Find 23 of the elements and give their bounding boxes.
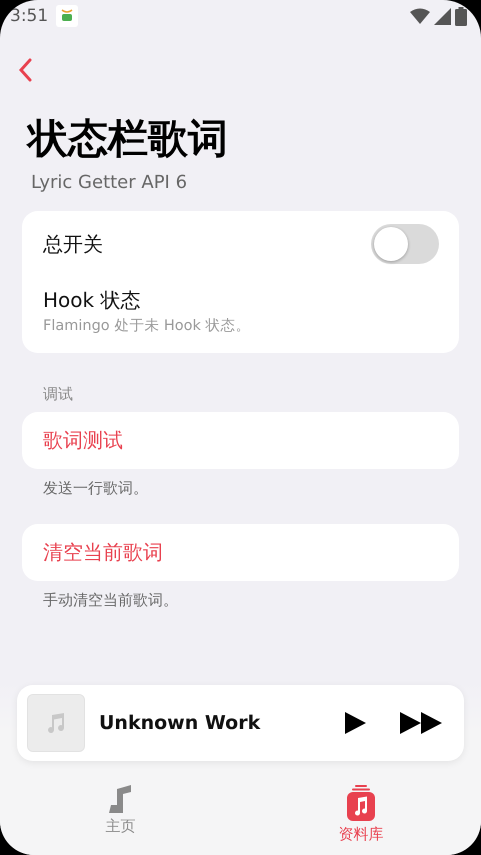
tab[interactable]: 主页 bbox=[0, 771, 240, 855]
music-library-icon bbox=[346, 785, 375, 821]
section-header: 调试 bbox=[43, 385, 74, 404]
fast-forward-icon[interactable] bbox=[400, 712, 442, 734]
wifi-icon bbox=[410, 8, 430, 24]
page-title: 状态栏歌词 bbox=[28, 115, 229, 164]
app-notification-icon bbox=[56, 5, 78, 27]
tab[interactable]: 资料库 bbox=[240, 771, 481, 855]
action-description: 手动清空当前歌词。 bbox=[43, 591, 179, 610]
toggle-switch[interactable] bbox=[371, 224, 439, 264]
page-subtitle: Lyric Getter API 6 bbox=[31, 172, 188, 193]
play-icon[interactable] bbox=[344, 712, 366, 734]
action-button[interactable]: 歌词测试 bbox=[22, 412, 459, 469]
action-description: 发送一行歌词。 bbox=[43, 479, 149, 498]
signal-icon bbox=[434, 8, 451, 24]
action-button[interactable]: 清空当前歌词 bbox=[22, 524, 459, 581]
music-step-icon bbox=[107, 785, 134, 813]
status-time: 3:51 bbox=[10, 6, 48, 26]
battery-icon bbox=[455, 6, 467, 26]
setting-label: 总开关 bbox=[43, 230, 103, 258]
track-title: Unknown Work bbox=[99, 712, 262, 734]
setting-label: Hook 状态 bbox=[43, 287, 140, 314]
setting-description: Flamingo 处于未 Hook 状态。 bbox=[43, 317, 251, 335]
